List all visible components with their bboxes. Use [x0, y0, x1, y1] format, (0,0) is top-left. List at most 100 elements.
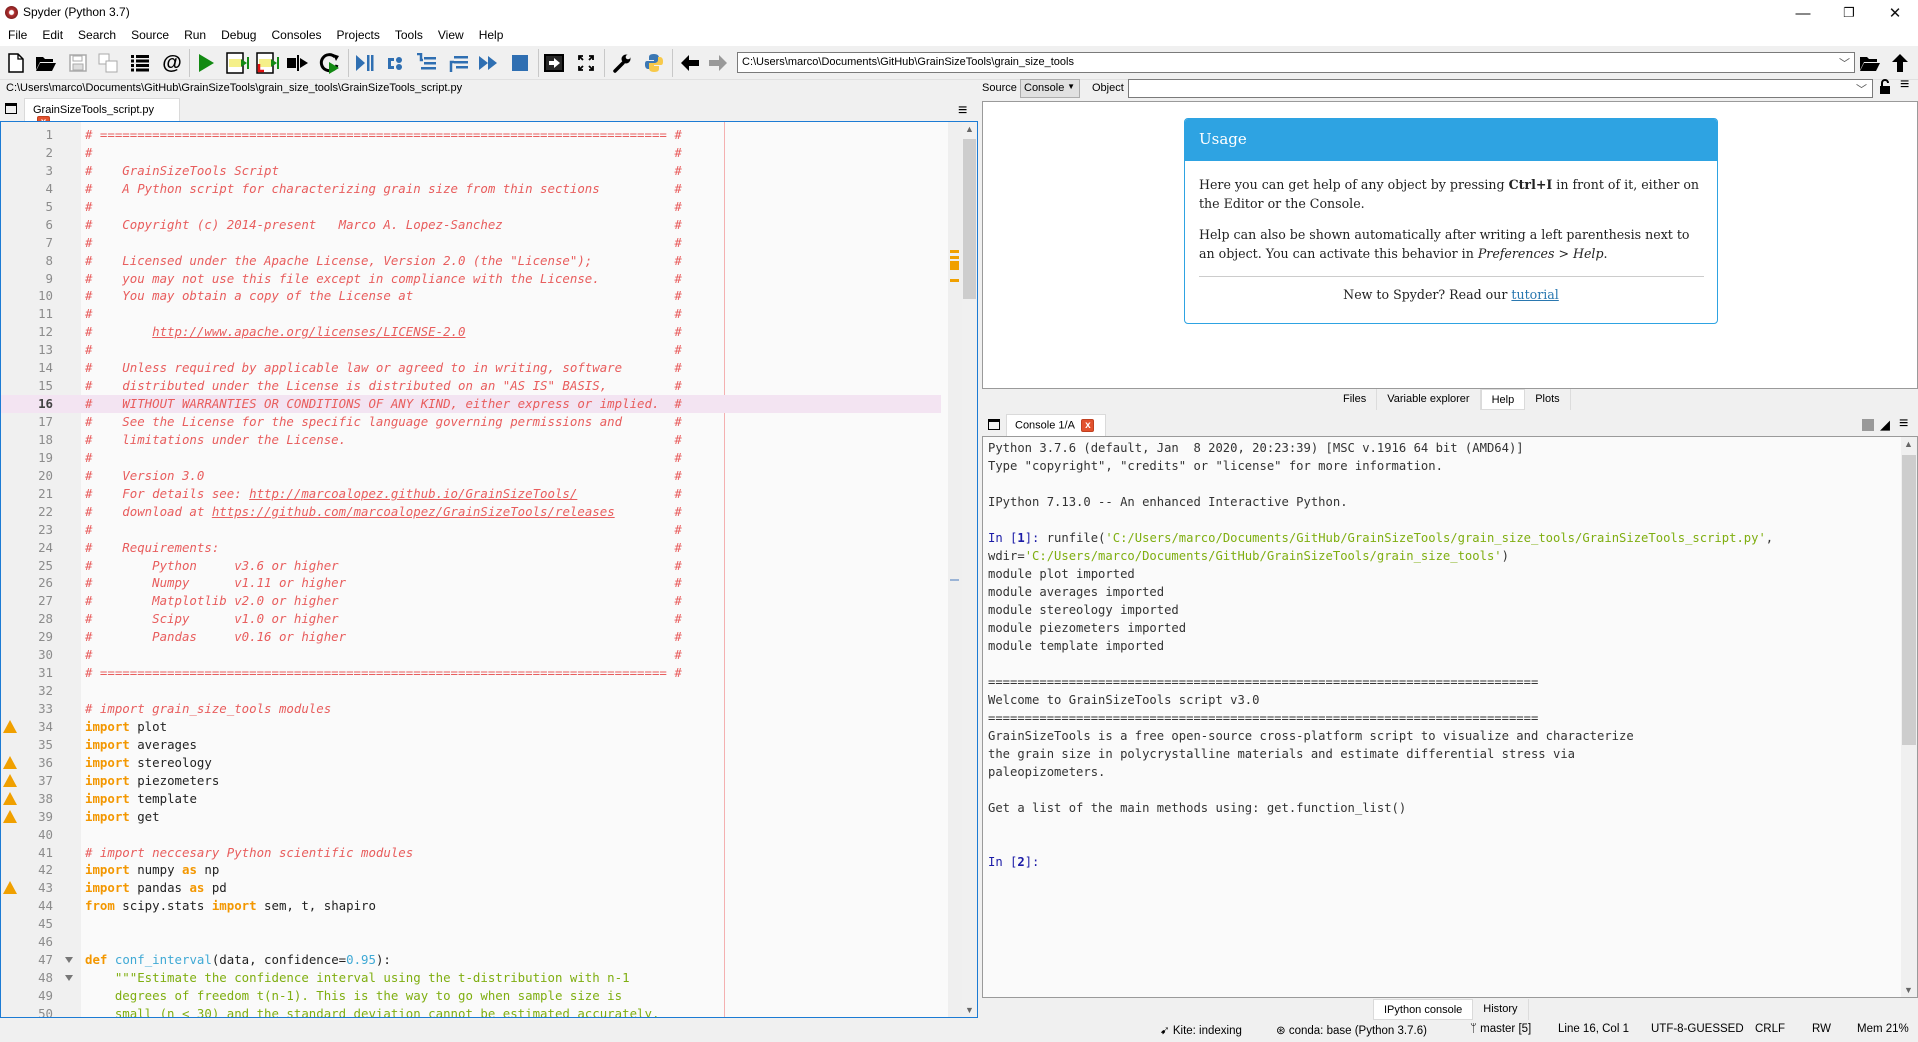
editor-tab[interactable]: GrainSizeTools_script.py x: [24, 98, 180, 129]
menu-projects[interactable]: Projects: [329, 26, 387, 46]
code-line[interactable]: 3 # GrainSizeTools Script #: [1, 162, 941, 180]
maximize-pane-icon[interactable]: [542, 51, 566, 75]
code-line[interactable]: 23 # #: [1, 521, 941, 539]
forward-arrow-icon[interactable]: [706, 51, 730, 75]
tab-plots[interactable]: Plots: [1525, 389, 1571, 410]
debug-stop-icon[interactable]: [508, 51, 532, 75]
code-line[interactable]: 49 degrees of freedom t(n-1). This is th…: [1, 987, 941, 1005]
code-line[interactable]: 21 # For details see: http://marcoalopez.…: [1, 485, 941, 503]
minimize-button[interactable]: —: [1780, 0, 1826, 26]
code-line[interactable]: 33 # import grain_size_tools modules: [1, 700, 941, 718]
editor-vertical-scrollbar[interactable]: ▲ ▼: [962, 122, 977, 1017]
code-line[interactable]: 5 # #: [1, 198, 941, 216]
code-line[interactable]: 31 # ====================================…: [1, 664, 941, 682]
code-editor[interactable]: 1 # =====================================…: [0, 121, 978, 1018]
preferences-wrench-icon[interactable]: [610, 51, 634, 75]
code-line[interactable]: 36 import stereology: [1, 754, 941, 772]
code-line[interactable]: 18 # limitations under the License. #: [1, 431, 941, 449]
fold-arrow-icon[interactable]: [65, 975, 73, 982]
code-line[interactable]: 2 # #: [1, 144, 941, 162]
code-line[interactable]: 46: [1, 933, 941, 951]
fold-arrow-icon[interactable]: [65, 957, 73, 964]
code-line[interactable]: 39 import get: [1, 808, 941, 826]
token-lnk[interactable]: http://marcoalopez.github.io/GrainSizeTo…: [249, 486, 577, 501]
code-line[interactable]: 40: [1, 826, 941, 844]
code-line[interactable]: 20 # Version 3.0 #: [1, 467, 941, 485]
code-line[interactable]: 45: [1, 915, 941, 933]
browse-folder-icon[interactable]: [1858, 51, 1882, 75]
code-line[interactable]: 26 # Numpy v1.11 or higher #: [1, 574, 941, 592]
maximize-button[interactable]: ❐: [1826, 0, 1872, 26]
menu-tools[interactable]: Tools: [387, 26, 430, 46]
code-line[interactable]: 48 """Estimate the confidence interval u…: [1, 969, 941, 987]
code-line[interactable]: 27 # Matplotlib v2.0 or higher #: [1, 592, 941, 610]
browse-tabs-icon[interactable]: [5, 103, 17, 114]
warning-marker[interactable]: [950, 261, 959, 270]
console-options-menu-icon[interactable]: ≡: [1899, 415, 1908, 433]
code-line[interactable]: 32: [1, 682, 941, 700]
debug-continue-icon[interactable]: [476, 51, 500, 75]
warning-icon[interactable]: [3, 809, 17, 823]
warning-icon[interactable]: [3, 881, 17, 895]
code-line[interactable]: 11 # #: [1, 305, 941, 323]
scroll-down-icon[interactable]: ▼: [965, 1005, 974, 1015]
stop-kernel-icon[interactable]: [1862, 419, 1874, 431]
menu-run[interactable]: Run: [176, 26, 213, 46]
run-selection-icon[interactable]: [286, 51, 310, 75]
debug-icon[interactable]: [352, 51, 376, 75]
python-path-icon[interactable]: [642, 51, 666, 75]
scroll-down-icon[interactable]: ▼: [1904, 985, 1913, 995]
editor-options-menu-icon[interactable]: ≡: [958, 102, 967, 120]
code-line[interactable]: 25 # Python v3.6 or higher #: [1, 557, 941, 575]
warning-marker[interactable]: [950, 250, 959, 253]
code-line[interactable]: 38 import template: [1, 790, 941, 808]
tab-help[interactable]: Help: [1480, 389, 1526, 410]
code-line[interactable]: 50 small (n < 30) and the standard devia…: [1, 1005, 941, 1017]
code-line[interactable]: 28 # Scipy v1.0 or higher #: [1, 610, 941, 628]
warning-marker[interactable]: [950, 256, 959, 259]
code-line[interactable]: 9 # you may not use this file except in c…: [1, 270, 941, 288]
kite-status[interactable]: ➹ Kite: indexing: [1160, 1023, 1242, 1037]
code-line[interactable]: 15 # distributed under the License is dis…: [1, 377, 941, 395]
scrollbar-thumb[interactable]: [963, 139, 976, 299]
console-vertical-scrollbar[interactable]: ▲ ▼: [1901, 437, 1917, 997]
browse-tabs-icon[interactable]: [988, 419, 1000, 430]
save-icon[interactable]: [66, 51, 90, 75]
tutorial-link[interactable]: tutorial: [1511, 287, 1558, 302]
code-line[interactable]: 13 # #: [1, 341, 941, 359]
code-line[interactable]: 42 import numpy as np: [1, 861, 941, 879]
menu-search[interactable]: Search: [70, 26, 123, 46]
code-line[interactable]: 8 # Licensed under the Apache License, Ve…: [1, 252, 941, 270]
warning-icon[interactable]: [3, 755, 17, 769]
code-line[interactable]: 16 # WITHOUT WARRANTIES OR CONDITIONS OF …: [1, 395, 941, 413]
token-lnk[interactable]: https://github.com/marcoalopez/GrainSize…: [212, 504, 615, 519]
run-icon[interactable]: [194, 51, 218, 75]
code-line[interactable]: 35 import averages: [1, 736, 941, 754]
code-line[interactable]: 14 # Unless required by applicable law or…: [1, 359, 941, 377]
code-line[interactable]: 17 # See the License for the specific lan…: [1, 413, 941, 431]
code-line[interactable]: 19 # #: [1, 449, 941, 467]
warning-icon[interactable]: [3, 719, 17, 733]
code-line[interactable]: 1 # =====================================…: [1, 126, 941, 144]
debug-step-icon[interactable]: [384, 51, 408, 75]
ipython-console[interactable]: Python 3.7.6 (default, Jan 8 2020, 20:23…: [982, 436, 1918, 998]
clear-console-eraser-icon[interactable]: ◢: [1880, 417, 1890, 433]
new-file-icon[interactable]: [4, 51, 28, 75]
tab-ipython-console[interactable]: IPython console: [1373, 999, 1474, 1020]
menu-debug[interactable]: Debug: [213, 26, 263, 46]
debug-step-return-icon[interactable]: [446, 51, 470, 75]
code-line[interactable]: 6 # Copyright (c) 2014-present Marco A. L…: [1, 216, 941, 234]
code-line[interactable]: 44 from scipy.stats import sem, t, shapir…: [1, 897, 941, 915]
debug-step-into-icon[interactable]: [414, 51, 438, 75]
code-line[interactable]: 24 # Requirements: #: [1, 539, 941, 557]
lock-icon[interactable]: [1879, 79, 1891, 98]
code-line[interactable]: 41 # import neccesary Python scientific m…: [1, 844, 941, 862]
open-folder-icon[interactable]: [34, 51, 58, 75]
code-line[interactable]: 10 # You may obtain a copy of the License…: [1, 287, 941, 305]
menu-help[interactable]: Help: [471, 26, 511, 46]
code-line[interactable]: 47 def conf_interval(data, confidence=0.9…: [1, 951, 941, 969]
menu-view[interactable]: View: [430, 26, 471, 46]
parent-directory-icon[interactable]: [1888, 51, 1912, 75]
run-cell-advance-icon[interactable]: [256, 51, 280, 75]
save-all-icon[interactable]: [96, 51, 120, 75]
